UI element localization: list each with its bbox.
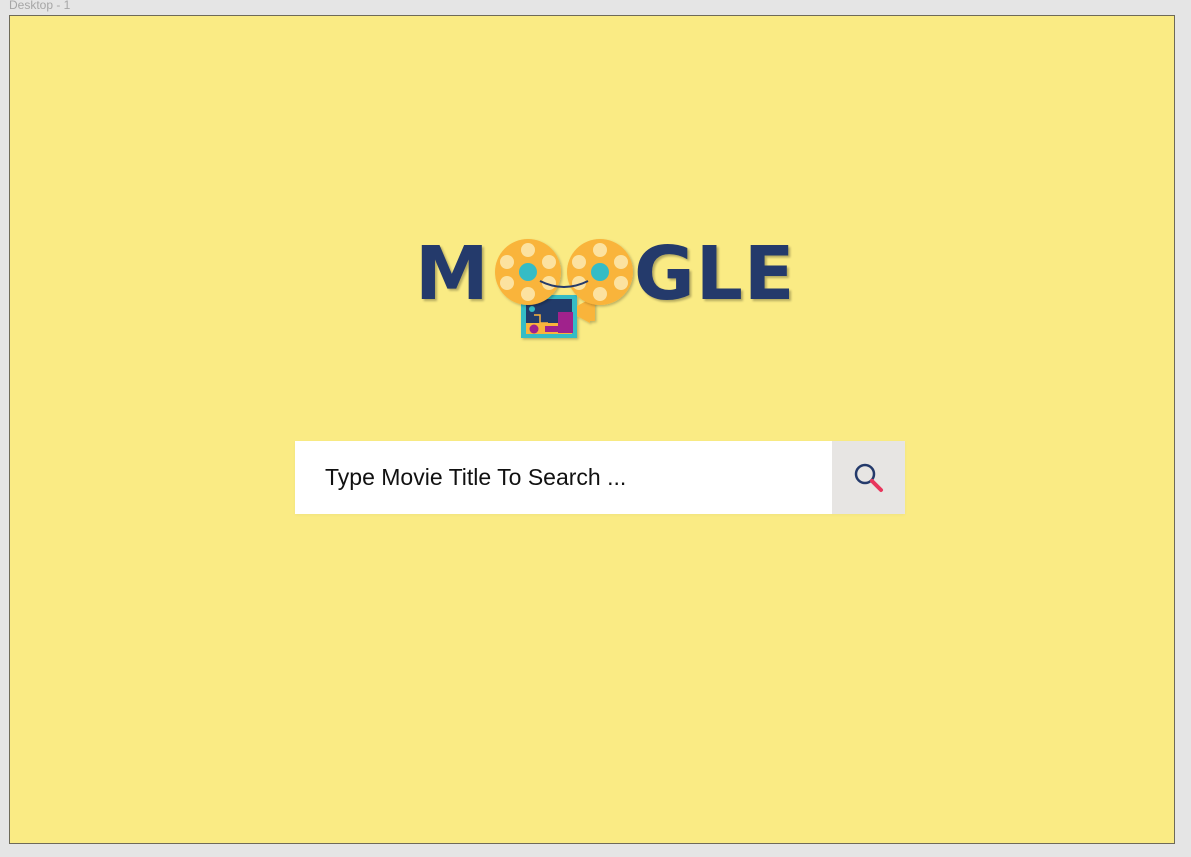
artboard-label: Desktop - 1 (9, 0, 71, 12)
logo-letter-m: M (415, 231, 490, 317)
search-button[interactable] (832, 441, 905, 514)
search-icon (854, 463, 883, 492)
logo-letters-gle: GLE (634, 231, 796, 317)
search-input[interactable] (295, 441, 832, 514)
film-projector-icon (495, 239, 633, 338)
moogle-logo: M GLE (407, 226, 797, 351)
page-canvas: M GLE Type Movie Title To Search ... (9, 15, 1175, 844)
search-bar (295, 441, 905, 514)
